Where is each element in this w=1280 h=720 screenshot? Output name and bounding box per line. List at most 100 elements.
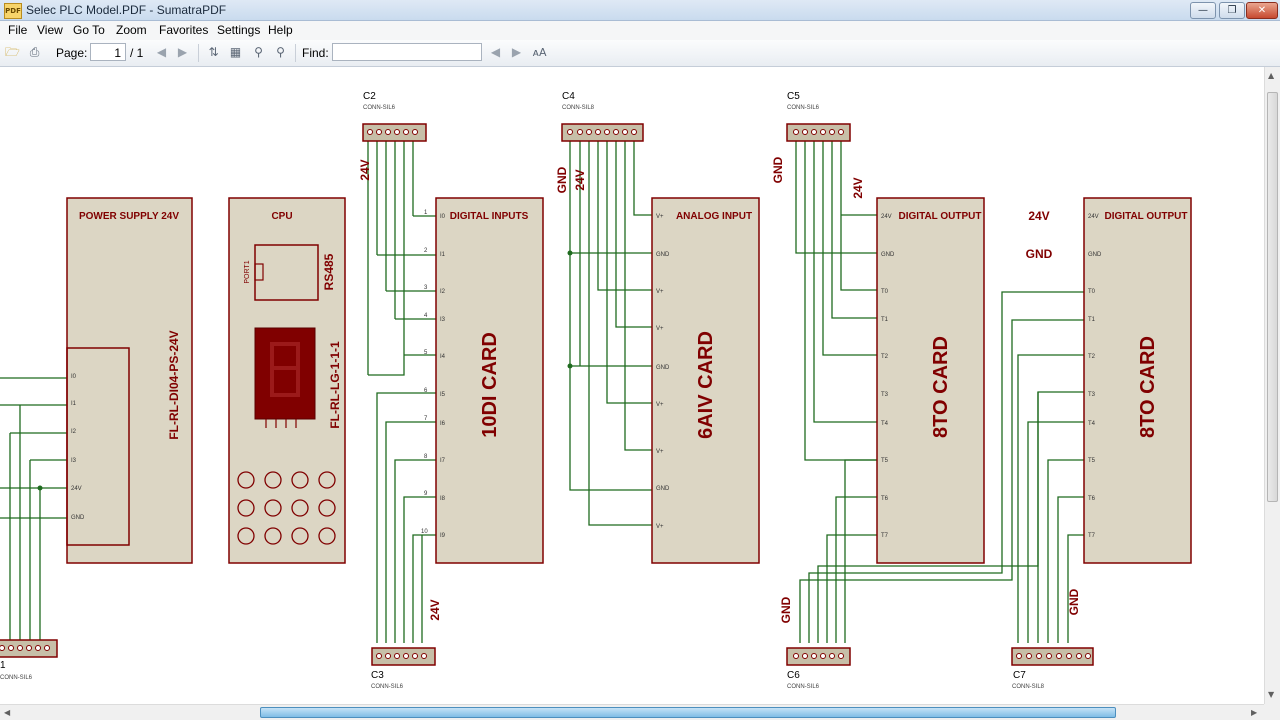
do1-title: DIGITAL OUTPUT (899, 211, 982, 222)
document-canvas[interactable]: POWER SUPPLY 24V FL-RL-DI04-PS-24V I0 I1… (0, 67, 1264, 704)
di-card-label: 10DI CARD (479, 332, 501, 438)
c4-gnd-label: GND (555, 166, 569, 193)
find-input[interactable] (332, 43, 482, 61)
maximize-button[interactable]: ❐ (1219, 2, 1245, 19)
svg-text:I0: I0 (440, 214, 446, 220)
prev-page-icon[interactable]: ◀ (154, 45, 169, 60)
next-page-icon[interactable]: ▶ (175, 45, 190, 60)
menu-file[interactable]: File (8, 23, 27, 37)
sumatra-app-icon: PDF (4, 3, 22, 19)
c6-ref: C6 (787, 670, 800, 681)
connector-c3: C3 CONN-SIL6 24V (371, 599, 442, 690)
menu-help[interactable]: Help (268, 23, 293, 37)
vertical-scroll-thumb[interactable] (1267, 92, 1278, 502)
menu-bar: File View Go To Zoom Favorites Settings … (0, 21, 1280, 40)
c7-gnd-label: GND (1067, 588, 1081, 615)
c4-ref: C4 (562, 91, 575, 102)
minimize-icon: — (1198, 5, 1208, 16)
horizontal-scroll-thumb[interactable] (260, 707, 1116, 718)
pin-24v: 24V (71, 486, 82, 492)
page-total: / 1 (130, 46, 144, 60)
svg-text:T0: T0 (1088, 289, 1096, 295)
svg-text:T3: T3 (881, 392, 889, 398)
svg-text:I2: I2 (440, 289, 446, 295)
find-next-icon[interactable]: ▶ (509, 45, 524, 60)
svg-text:T3: T3 (1088, 392, 1096, 398)
menu-view[interactable]: View (37, 23, 63, 37)
fit-width-icon[interactable]: ▦ (228, 45, 243, 60)
c3-part: CONN-SIL6 (371, 684, 404, 690)
close-button[interactable]: ✕ (1246, 2, 1278, 19)
connector-c4: C4 CONN-SIL8 GND 24V (555, 91, 644, 193)
c6-part: CONN-SIL6 (787, 684, 820, 690)
svg-text:T6: T6 (1088, 496, 1096, 502)
digital-input-module: DIGITAL INPUTS 10DI CARD I0I1 I2I3 I4I5 … (435, 197, 544, 564)
c5-ref: C5 (787, 91, 800, 102)
window-title: Selec PLC Model.PDF - SumatraPDF (26, 3, 227, 17)
ai-card-label: 6AIV CARD (695, 331, 717, 439)
scroll-left-icon[interactable]: ◀ (4, 708, 10, 717)
scroll-right-icon[interactable]: ▶ (1251, 708, 1257, 717)
print-icon[interactable]: ⎙ (27, 45, 42, 60)
menu-go-to[interactable]: Go To (73, 23, 105, 37)
menu-settings[interactable]: Settings (217, 23, 260, 37)
match-case-icon[interactable]: ᴀA (532, 45, 547, 60)
scroll-down-icon[interactable]: ▼ (1268, 690, 1274, 699)
scroll-up-icon[interactable]: ▲ (1268, 71, 1274, 80)
svg-text:I4: I4 (440, 354, 446, 360)
c6-gnd-label: GND (779, 596, 793, 623)
horizontal-scrollbar[interactable]: ◀ ▶ (0, 704, 1264, 720)
svg-text:T5: T5 (1088, 458, 1096, 464)
svg-text:GND: GND (656, 365, 670, 371)
svg-text:I5: I5 (440, 392, 446, 398)
menu-favorites[interactable]: Favorites (159, 23, 208, 37)
svg-text:T7: T7 (1088, 533, 1096, 539)
zoom-in-icon[interactable]: ⚲ (273, 45, 288, 60)
power-supply-part: FL-RL-DI04-PS-24V (167, 330, 181, 439)
fit-page-icon[interactable]: ⇅ (206, 45, 221, 60)
toolbar-separator (198, 44, 199, 62)
pin-i3: I3 (71, 458, 77, 464)
svg-text:T5: T5 (881, 458, 889, 464)
scrollbar-corner (1264, 704, 1280, 720)
do2-title: DIGITAL OUTPUT (1105, 211, 1188, 222)
pin-gnd: GND (71, 515, 85, 521)
c2-part: CONN-SIL6 (363, 105, 396, 111)
c4-24v-label: 24V (573, 169, 587, 190)
net-label-gnd: GND (1026, 247, 1053, 261)
svg-text:24V: 24V (1088, 214, 1099, 220)
pin-i0: I0 (71, 374, 77, 380)
svg-text:GND: GND (656, 252, 670, 258)
svg-text:I6: I6 (440, 421, 446, 427)
ai-title: ANALOG INPUT (676, 211, 752, 222)
analog-input-module: ANALOG INPUT 6AIV CARD V+GND V+V+ GNDV+ … (651, 197, 760, 564)
svg-text:GND: GND (881, 252, 895, 258)
svg-text:8: 8 (424, 454, 428, 460)
cpu-title: CPU (271, 211, 292, 222)
svg-text:GND: GND (1088, 252, 1102, 258)
find-prev-icon[interactable]: ◀ (488, 45, 503, 60)
svg-text:T1: T1 (1088, 317, 1096, 323)
svg-text:V+: V+ (656, 289, 664, 295)
c2-ref: C2 (363, 91, 376, 102)
svg-text:T6: T6 (881, 496, 889, 502)
svg-text:4: 4 (424, 313, 428, 319)
open-icon[interactable]: 🗁 (5, 45, 20, 60)
toolbar: 🗁 ⎙ Page: 1 / 1 ◀ ▶ ⇅ ▦ ⚲ ⚲ Find: ◀ ▶ ᴀA (0, 40, 1280, 67)
power-supply-title: POWER SUPPLY 24V (79, 211, 179, 222)
connector-c1: 1 CONN-SIL6 (0, 639, 58, 681)
c4-part: CONN-SIL8 (562, 105, 595, 111)
svg-text:I1: I1 (440, 252, 446, 258)
c1-ref: 1 (0, 660, 6, 671)
c3-24v-label: 24V (428, 599, 442, 620)
page-number-input[interactable]: 1 (90, 43, 126, 61)
vertical-scrollbar[interactable]: ▲ ▼ (1264, 67, 1280, 704)
svg-text:T2: T2 (1088, 354, 1096, 360)
menu-zoom[interactable]: Zoom (116, 23, 147, 37)
minimize-button[interactable]: — (1190, 2, 1216, 19)
svg-text:V+: V+ (656, 449, 664, 455)
find-label: Find: (302, 46, 329, 60)
zoom-out-icon[interactable]: ⚲ (251, 45, 266, 60)
c1-part: CONN-SIL6 (0, 675, 33, 681)
title-bar: PDF Selec PLC Model.PDF - SumatraPDF — ❐… (0, 0, 1280, 21)
